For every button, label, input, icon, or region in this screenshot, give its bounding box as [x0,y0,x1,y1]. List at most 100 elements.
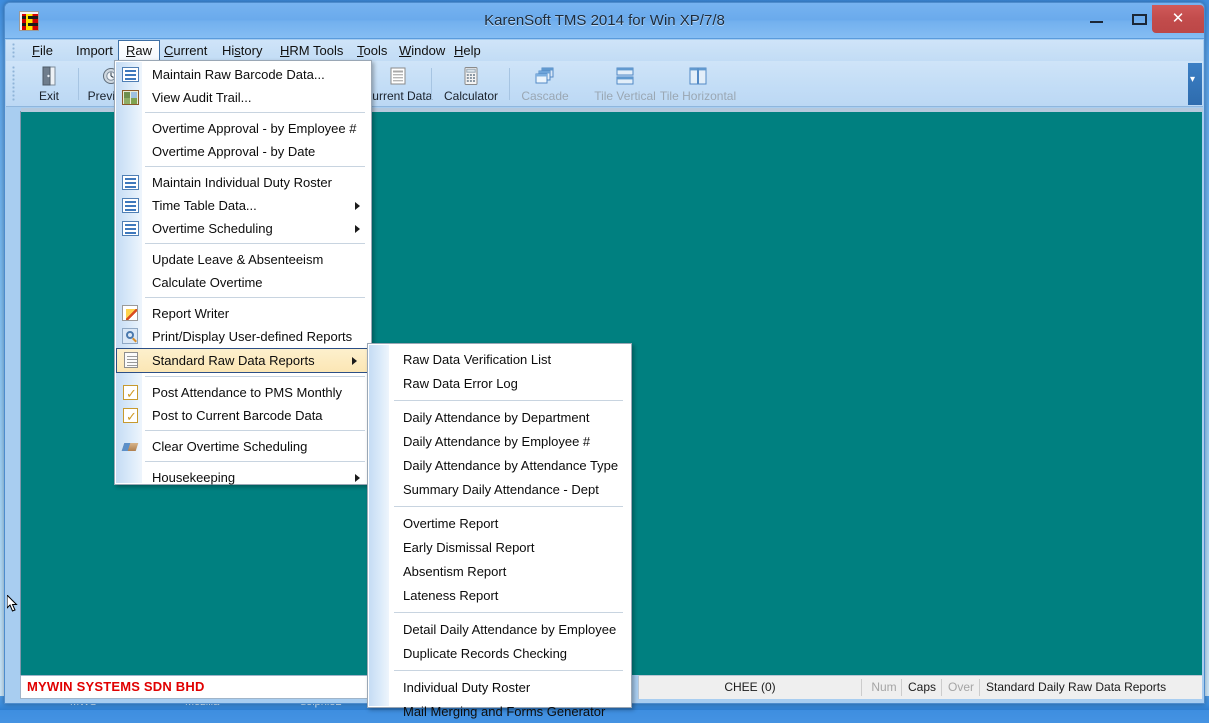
submenu-item-daily-attendance-by-department[interactable]: Daily Attendance by Department [369,406,630,429]
menu-item-maintain-raw-barcode-data[interactable]: Maintain Raw Barcode Data... [116,63,370,86]
close-button[interactable]: ✕ [1152,5,1204,33]
menubar-item-import[interactable]: Import [68,40,121,61]
submenu-item-label: Absentism Report [403,560,506,583]
submenu-item-summary-daily-attendance-dept[interactable]: Summary Daily Attendance - Dept [369,478,630,501]
submenu-item-label: Daily Attendance by Employee # [403,430,590,453]
menu-item-time-table-data[interactable]: Time Table Data... [116,194,370,217]
menubar-item-label: History [222,43,262,58]
menu-separator [394,400,623,401]
menubar-item-current[interactable]: Current [156,40,215,61]
menubar-item-hrm-tools[interactable]: HRM Tools [272,40,351,61]
submenu-item-label: Raw Data Verification List [403,348,551,371]
menu-item-label: Maintain Raw Barcode Data... [152,63,325,86]
menu-item-overtime-approval-by-employee[interactable]: Overtime Approval - by Employee # [116,117,370,140]
toolbar-overflow-button[interactable]: ▾ [1188,63,1202,105]
submenu-item-absentism-report[interactable]: Absentism Report [369,560,630,583]
menu-item-post-attendance-to-pms-monthly[interactable]: ✓Post Attendance to PMS Monthly [116,381,370,404]
menubar-item-help[interactable]: Help [446,40,489,61]
menu-separator [394,506,623,507]
menu-item-report-writer[interactable]: Report Writer [116,302,370,325]
menubar-item-label: HRM Tools [280,43,343,58]
toolbar-button-label: Calculator [431,89,511,103]
eraser-icon [122,438,139,455]
toolbar-grip-handle[interactable] [12,66,15,102]
submenu-arrow-icon [355,225,360,233]
cascade-windows-icon [534,66,556,86]
menu-item-post-to-current-barcode-data[interactable]: ✓ Post to Current Barcode Data [116,404,370,427]
menu-item-overtime-scheduling[interactable]: Overtime Scheduling [116,217,370,240]
menubar-item-history[interactable]: History [214,40,270,61]
menu-item-label: Maintain Individual Duty Roster [152,171,332,194]
title-bar[interactable]: KarenSoft TMS 2014 for Win XP/7/8 ✕ [5,3,1204,39]
submenu-item-raw-data-error-log[interactable]: Raw Data Error Log [369,372,630,395]
submenu-item-raw-data-verification-list[interactable]: Raw Data Verification List [369,348,630,371]
submenu-item-detail-daily-attendance-by-employee[interactable]: Detail Daily Attendance by Employee [369,618,630,641]
menu-bar: File Import Raw Current History HRM Tools Tool… [6,40,1203,61]
menu-separator [145,376,365,377]
menu-item-clear-overtime-scheduling[interactable]: Clear Overtime Scheduling [116,435,370,458]
menu-separator [145,461,365,462]
menubar-item-label: Tools [357,43,387,58]
menu-separator [394,670,623,671]
status-divider [861,679,862,696]
submenu-item-label: Summary Daily Attendance - Dept [403,478,599,501]
menu-separator [145,112,365,113]
table-icon [122,197,139,214]
submenu-item-daily-attendance-by-employee[interactable]: Daily Attendance by Employee # [369,430,630,453]
submenu-item-early-dismissal-report[interactable]: Early Dismissal Report [369,536,630,559]
menubar-item-window[interactable]: Window [391,40,453,61]
menu-separator [145,243,365,244]
submenu-item-duplicate-records-checking[interactable]: Duplicate Records Checking [369,642,630,665]
maximize-icon [1132,14,1147,25]
menu-item-view-audit-trail[interactable]: View Audit Trail... [116,86,370,109]
menubar-item-label: Raw [126,43,152,58]
toolbar-button-label: Cascade [509,89,581,103]
menu-item-label: Post to Current Barcode Data [152,404,323,427]
menu-item-label: Time Table Data... [152,194,257,217]
chevron-double-icon: ▾ [1190,75,1200,84]
status-message: Standard Daily Raw Data Reports [986,676,1166,699]
menu-item-print-display-user-defined-reports[interactable]: Print/Display User-defined Reports [116,325,370,348]
menu-item-standard-raw-data-reports[interactable]: Standard Raw Data Reports [116,348,368,373]
current-data-icon [387,66,409,86]
menu-item-housekeeping[interactable]: Housekeeping [116,466,370,489]
application-window: KarenSoft TMS 2014 for Win XP/7/8 ✕ File… [4,2,1205,704]
menu-item-update-leave-absenteeism[interactable]: Update Leave & Absenteeism [116,248,370,271]
window-title: KarenSoft TMS 2014 for Win XP/7/8 [5,3,1204,39]
company-name-label: MYWIN SYSTEMS SDN BHD [27,679,205,694]
pencil-icon [122,305,139,322]
minimize-icon [1090,21,1103,23]
toolbar-button-exit[interactable]: Exit [24,63,74,105]
menu-item-calculate-overtime[interactable]: Calculate Overtime [116,271,370,294]
toolbar-button-tile-horizontal: Tile Horizontal [646,63,750,105]
menu-item-label: Update Leave & Absenteeism [152,248,323,271]
submenu-item-overtime-report[interactable]: Overtime Report [369,512,630,535]
submenu-item-mail-merging-and-forms-generator[interactable]: Mail Merging and Forms Generator [369,700,630,723]
menubar-item-file[interactable]: File [24,40,61,61]
submenu-arrow-icon [355,474,360,482]
check-icon: ✓ [122,407,139,424]
menubar-item-tools[interactable]: Tools [349,40,395,61]
submenu-arrow-icon [355,202,360,210]
submenu-arrow-icon [352,357,357,365]
menu-item-maintain-individual-duty-roster[interactable]: Maintain Individual Duty Roster [116,171,370,194]
submenu-item-daily-attendance-by-attendance-type[interactable]: Daily Attendance by Attendance Type [369,454,630,477]
submenu-item-label: Detail Daily Attendance by Employee [403,618,616,641]
minimize-button[interactable] [1075,7,1118,31]
table-icon [122,66,139,83]
menubar-item-label: File [32,43,53,58]
status-bar: CHEE (0) Num Caps Over Standard Daily Ra… [638,675,1202,699]
menu-grip-handle[interactable] [12,43,15,58]
submenu-item-individual-duty-roster[interactable]: Individual Duty Roster [369,676,630,699]
submenu-item-label: Raw Data Error Log [403,372,518,395]
status-divider [941,679,942,696]
menu-item-overtime-approval-by-date[interactable]: Overtime Approval - by Date [116,140,370,163]
mouse-cursor [7,595,19,613]
submenu-item-label: Duplicate Records Checking [403,642,567,665]
menu-item-label: Standard Raw Data Reports [152,349,315,372]
menubar-item-raw[interactable]: Raw [118,40,160,62]
toolbar-button-calculator[interactable]: Calculator [431,63,511,105]
tile-horizontal-icon [687,66,709,86]
submenu-item-lateness-report[interactable]: Lateness Report [369,584,630,607]
menubar-item-label: Window [399,43,445,58]
